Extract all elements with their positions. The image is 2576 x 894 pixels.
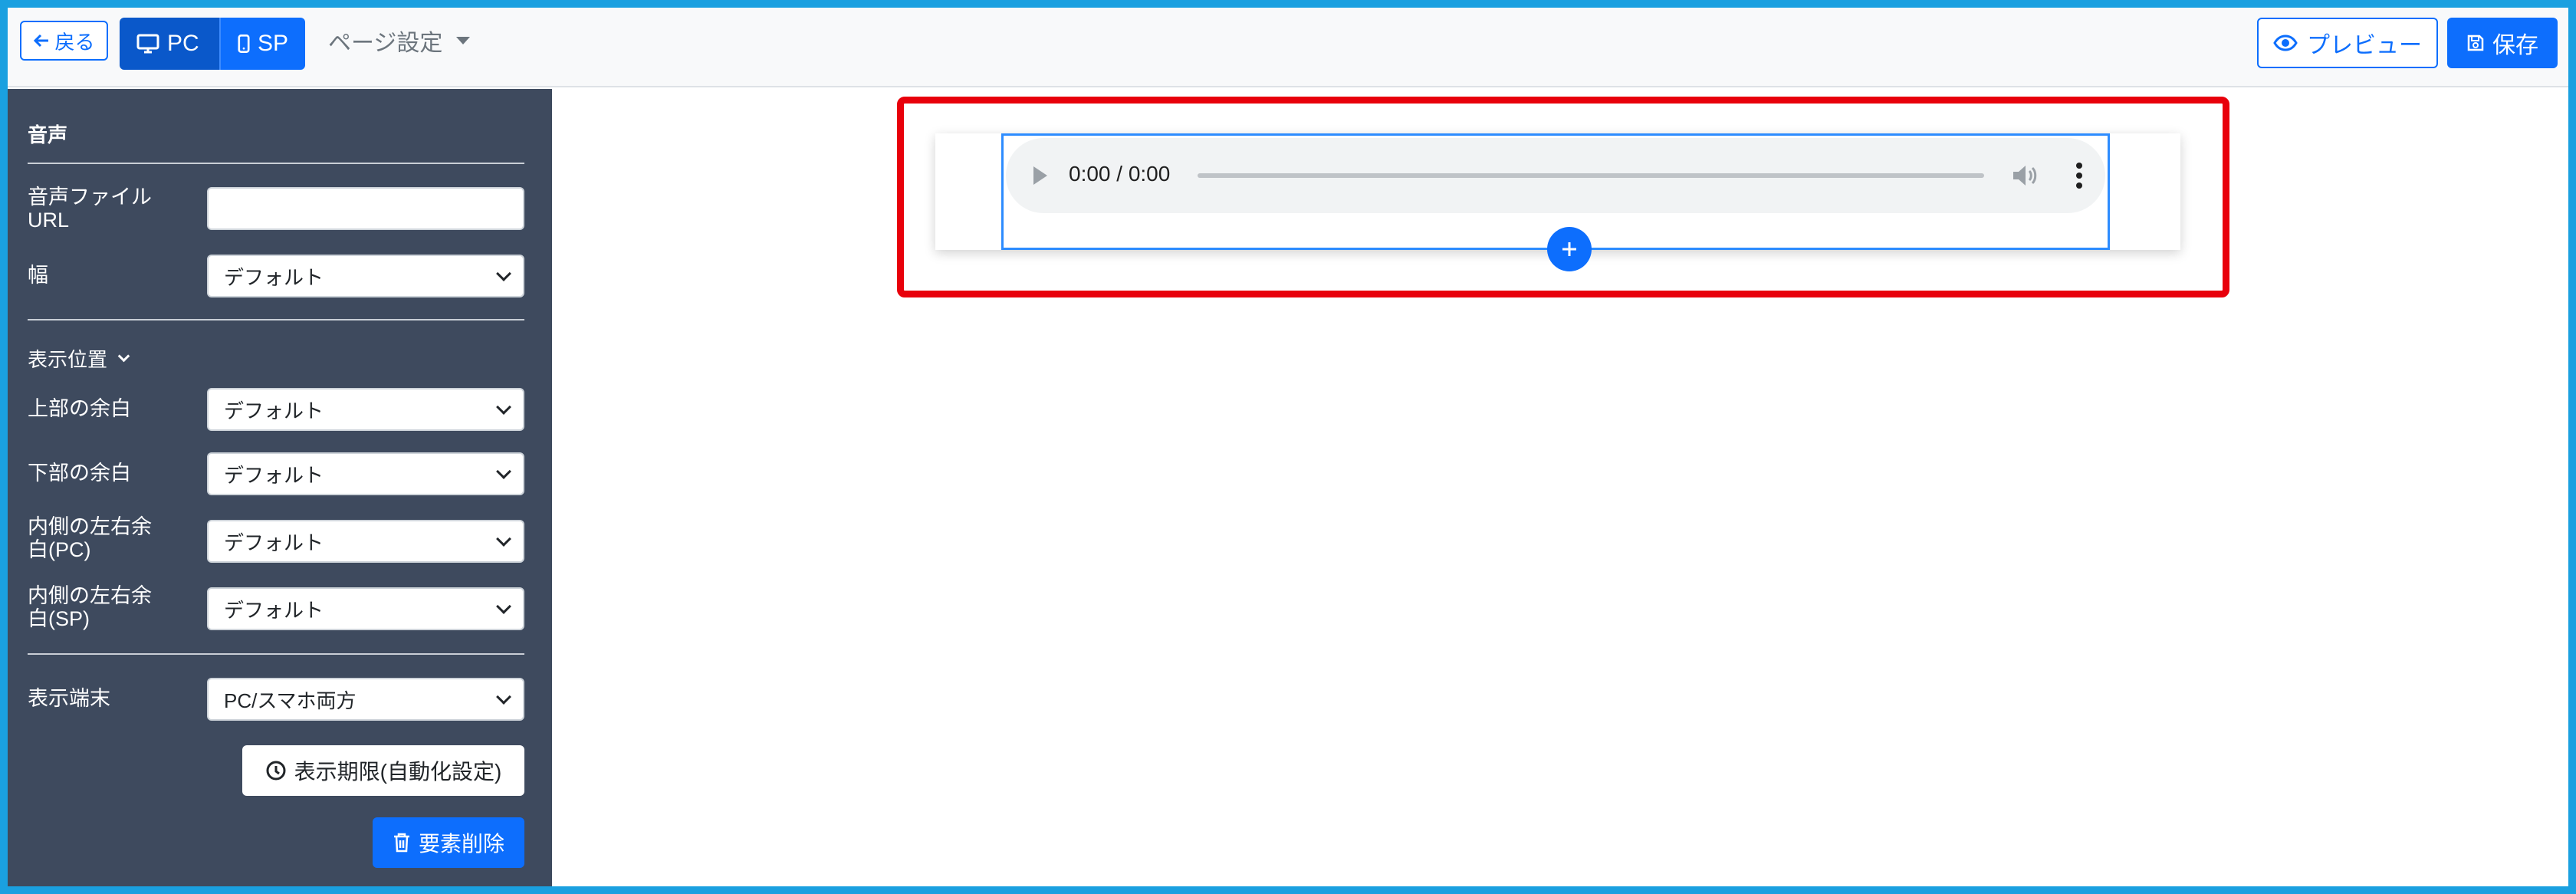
chevron-down-icon — [496, 599, 511, 614]
sidebar-title: 音声 — [28, 123, 68, 146]
save-button-label: 保存 — [2492, 33, 2538, 58]
width-select[interactable]: デフォルト — [207, 255, 524, 297]
sp-view-label: SP — [257, 31, 288, 56]
eye-icon — [2273, 35, 2298, 51]
top-margin-select[interactable]: デフォルト — [207, 388, 524, 431]
properties-sidebar: 音声 音声ファイル URL 幅 デフォルト 表示位置 上部の余白 デフォルト 下… — [8, 89, 552, 886]
chevron-down-icon — [496, 399, 511, 415]
clock-icon — [266, 761, 286, 781]
floppy-disk-icon — [2467, 35, 2484, 51]
display-device-value: PC/スマホ両方 — [224, 689, 356, 712]
chevron-down-icon — [496, 689, 511, 705]
top-toolbar: 戻る PC SP ページ設定 プレビュー 保存 — [8, 8, 2568, 87]
divider — [28, 319, 524, 320]
bottom-margin-select[interactable]: デフォルト — [207, 452, 524, 495]
pc-view-button[interactable]: PC — [120, 18, 219, 70]
inner-padding-pc-label: 内側の左右余 白(PC) — [28, 515, 152, 561]
display-position-label: 表示位置 — [28, 348, 108, 371]
bottom-margin-value: デフォルト — [224, 463, 324, 487]
chevron-down-icon — [496, 531, 511, 547]
arrow-left-icon — [34, 34, 49, 48]
chevron-down-icon — [496, 464, 511, 479]
top-margin-label: 上部の余白 — [28, 397, 131, 420]
caret-down-icon — [456, 37, 471, 44]
schedule-button[interactable]: 表示期限(自動化設定) — [242, 745, 524, 796]
desktop-icon — [136, 34, 159, 54]
delete-element-button[interactable]: 要素削除 — [373, 817, 524, 868]
save-button[interactable]: 保存 — [2447, 18, 2558, 68]
trash-icon — [393, 833, 409, 853]
preview-button-label: プレビュー — [2307, 33, 2422, 58]
audio-url-label: 音声ファイル URL — [28, 186, 152, 232]
divider — [28, 653, 524, 655]
audio-time: 0:00 / 0:00 — [1069, 162, 1171, 186]
mobile-icon — [238, 35, 250, 53]
chevron-down-icon — [496, 266, 511, 281]
schedule-button-label: 表示期限(自動化設定) — [294, 760, 502, 784]
audio-player[interactable]: 0:00 / 0:00 — [1006, 138, 2105, 213]
display-device-select[interactable]: PC/スマホ両方 — [207, 678, 524, 721]
device-toggle: PC SP — [120, 18, 305, 70]
play-icon[interactable] — [1033, 166, 1047, 185]
width-label: 幅 — [28, 264, 48, 287]
page-settings-label: ページ設定 — [328, 31, 443, 56]
audio-url-input[interactable] — [207, 187, 524, 230]
pc-view-label: PC — [167, 31, 199, 56]
preview-button[interactable]: プレビュー — [2257, 18, 2438, 68]
more-options-icon[interactable] — [2075, 161, 2084, 190]
app-frame: 戻る PC SP ページ設定 プレビュー 保存 音声 音声ファイル URL 幅 … — [8, 8, 2568, 886]
editor-canvas: 0:00 / 0:00 — [552, 89, 2568, 886]
top-margin-value: デフォルト — [224, 399, 324, 422]
bottom-margin-label: 下部の余白 — [28, 462, 131, 485]
inner-padding-pc-select[interactable]: デフォルト — [207, 520, 524, 563]
inner-padding-pc-value: デフォルト — [224, 531, 324, 554]
delete-button-label: 要素削除 — [418, 832, 504, 856]
inner-padding-sp-value: デフォルト — [224, 598, 324, 622]
back-button-label: 戻る — [54, 30, 95, 54]
add-element-button[interactable] — [1547, 227, 1592, 271]
back-button[interactable]: 戻る — [20, 21, 108, 61]
width-select-value: デフォルト — [224, 265, 324, 289]
chevron-down-icon — [117, 350, 130, 363]
volume-icon[interactable] — [2010, 163, 2038, 189]
divider — [28, 163, 524, 164]
audio-progress-bar[interactable] — [1198, 173, 1984, 178]
page-settings-dropdown[interactable]: ページ設定 — [328, 21, 471, 60]
inner-padding-sp-label: 内側の左右余 白(SP) — [28, 584, 152, 630]
sp-view-button[interactable]: SP — [219, 18, 305, 70]
plus-icon — [1562, 242, 1576, 256]
inner-padding-sp-select[interactable]: デフォルト — [207, 587, 524, 630]
display-position-toggle[interactable]: 表示位置 — [28, 344, 130, 373]
display-device-label: 表示端末 — [28, 687, 110, 710]
